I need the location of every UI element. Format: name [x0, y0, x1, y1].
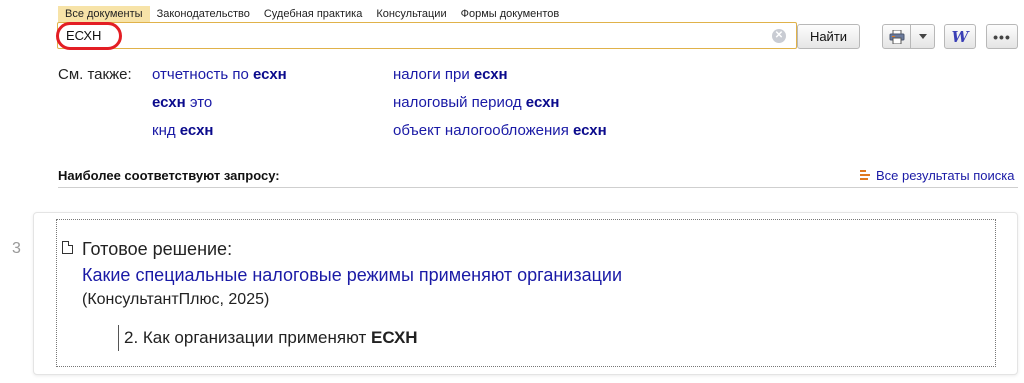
result-source: (КонсультантПлюс, 2025)	[82, 291, 270, 308]
printer-icon	[889, 29, 904, 44]
result-number: 3	[12, 240, 21, 257]
result-section-link[interactable]: 2. Как организации применяют ЕСХН	[124, 328, 418, 348]
export-word-button[interactable]: W	[944, 24, 976, 49]
see-also-link[interactable]: есхн это	[152, 94, 212, 111]
more-icon: •••	[993, 28, 1011, 45]
tab-legislation[interactable]: Законодательство	[150, 6, 257, 22]
clear-icon[interactable]: ✕	[772, 29, 786, 43]
tab-consultations[interactable]: Консультации	[369, 6, 453, 22]
all-results-link[interactable]: Все результаты поиска	[860, 168, 1014, 183]
list-icon	[860, 170, 870, 181]
tab-court-practice[interactable]: Судебная практика	[257, 6, 369, 22]
word-icon: W	[951, 27, 969, 46]
see-also-link[interactable]: кнд есхн	[152, 122, 213, 139]
search-box: ✕	[57, 22, 797, 49]
result-title-link[interactable]: Какие специальные налоговые режимы приме…	[82, 265, 622, 286]
section-bar	[118, 325, 119, 351]
tab-all-documents[interactable]: Все документы	[58, 6, 150, 22]
tab-document-forms[interactable]: Формы документов	[454, 6, 567, 22]
find-button[interactable]: Найти	[797, 24, 860, 49]
see-also-link[interactable]: налоги при есхн	[393, 66, 508, 83]
print-options-dropdown[interactable]	[910, 24, 935, 49]
result-type: Готовое решение:	[82, 239, 233, 259]
best-match-heading: Наиболее соответствуют запросу:	[58, 168, 280, 183]
see-also-link[interactable]: отчетность по есхн	[152, 66, 287, 83]
more-button[interactable]: •••	[986, 24, 1018, 49]
search-input[interactable]	[66, 23, 766, 48]
document-icon	[62, 241, 73, 254]
chevron-down-icon	[918, 34, 927, 39]
see-also-label: См. также:	[58, 66, 132, 83]
divider	[58, 187, 1018, 188]
see-also-link[interactable]: объект налогообложения есхн	[393, 122, 607, 139]
see-also-link[interactable]: налоговый период есхн	[393, 94, 560, 111]
print-button[interactable]	[882, 24, 911, 49]
search-scope-tabs: Все документы Законодательство Судебная …	[58, 6, 566, 22]
